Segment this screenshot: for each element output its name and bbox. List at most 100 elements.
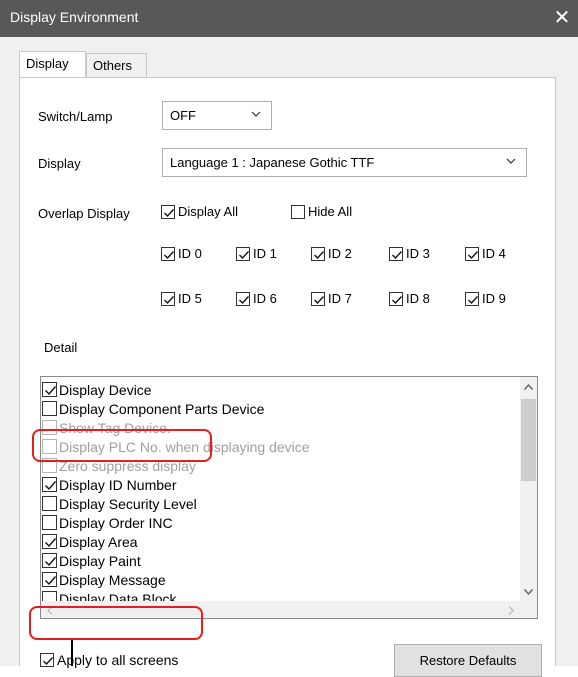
scroll-down-arrow-icon[interactable] — [523, 588, 534, 596]
check-icon — [45, 538, 57, 548]
tab-label: Display — [26, 56, 69, 71]
checkbox-box — [42, 553, 57, 568]
check-icon — [45, 386, 57, 396]
callout-line — [71, 640, 73, 666]
list-item-label: Display Message — [59, 571, 166, 588]
checkbox-box — [236, 291, 250, 306]
checkbox-box — [161, 291, 175, 306]
highlight-display-id-number — [32, 429, 212, 462]
overlap-display-label: Overlap Display — [38, 206, 130, 221]
id-9-checkbox[interactable]: ID 9 — [465, 291, 506, 306]
list-item-display-message[interactable]: Display Message — [42, 570, 166, 589]
dialog-body: Display Others Switch/Lamp OFF Display L… — [0, 37, 578, 677]
list-item-label: Display Component Parts Device — [59, 400, 265, 417]
checkbox-box — [389, 246, 403, 261]
id-label: ID 6 — [253, 291, 277, 306]
list-item-security-level[interactable]: Display Security Level — [42, 494, 197, 513]
check-icon — [239, 250, 250, 259]
check-icon — [45, 557, 57, 567]
list-item-label: Display ID Number — [59, 476, 177, 493]
check-icon — [392, 295, 403, 304]
checkbox-box — [42, 382, 57, 397]
switch-lamp-value: OFF — [170, 108, 196, 123]
id-6-checkbox[interactable]: ID 6 — [236, 291, 277, 306]
check-icon — [164, 208, 175, 217]
restore-defaults-button[interactable]: Restore Defaults — [394, 644, 542, 677]
hide-all-label: Hide All — [308, 204, 353, 219]
display-all-label: Display All — [178, 204, 238, 219]
checkbox-box — [42, 496, 57, 511]
list-item-component-parts-device[interactable]: Display Component Parts Device — [42, 399, 264, 418]
vertical-scroll-thumb[interactable] — [521, 399, 536, 481]
id-label: ID 9 — [482, 291, 506, 306]
hide-all-checkbox[interactable]: Hide All — [291, 204, 352, 219]
window-title: Display Environment — [10, 9, 139, 25]
tab-others[interactable]: Others — [86, 53, 147, 77]
check-icon — [239, 295, 250, 304]
checkbox-box — [161, 204, 175, 219]
detail-label: Detail — [44, 340, 78, 355]
list-item-label: Display Security Level — [59, 495, 197, 512]
display-tab-panel: Switch/Lamp OFF Display Language 1 : Jap… — [19, 77, 556, 677]
checkbox-box — [236, 246, 250, 261]
checkbox-box — [40, 653, 54, 667]
check-icon — [45, 481, 57, 491]
id-label: ID 3 — [406, 246, 430, 261]
display-font-dropdown[interactable]: Language 1 : Japanese Gothic TTF — [162, 148, 527, 177]
chevron-down-icon — [251, 111, 261, 117]
check-icon — [314, 250, 325, 259]
id-label: ID 4 — [482, 246, 506, 261]
check-icon — [392, 250, 403, 259]
checkbox-box — [311, 291, 325, 306]
list-item-label: Display Order INC — [59, 514, 173, 531]
switch-lamp-label: Switch/Lamp — [38, 109, 113, 124]
chevron-down-icon — [506, 158, 516, 164]
checkbox-box — [42, 477, 57, 492]
id-label: ID 8 — [406, 291, 430, 306]
title-bar: Display Environment ✕ — [0, 0, 578, 37]
display-font-value: Language 1 : Japanese Gothic TTF — [170, 155, 375, 170]
id-1-checkbox[interactable]: ID 1 — [236, 246, 277, 261]
close-icon: ✕ — [553, 7, 571, 29]
check-icon — [45, 576, 57, 586]
id-label: ID 7 — [328, 291, 352, 306]
checkbox-box — [465, 246, 479, 261]
id-8-checkbox[interactable]: ID 8 — [389, 291, 430, 306]
vertical-scrollbar[interactable] — [520, 377, 537, 602]
list-item-display-device[interactable]: Display Device — [42, 380, 152, 399]
checkbox-box — [42, 572, 57, 587]
checkbox-box — [311, 246, 325, 261]
id-5-checkbox[interactable]: ID 5 — [161, 291, 202, 306]
id-4-checkbox[interactable]: ID 4 — [465, 246, 506, 261]
id-label: ID 0 — [178, 246, 202, 261]
list-item-display-id-number[interactable]: Display ID Number — [42, 475, 176, 494]
scrollbar-corner — [520, 601, 537, 618]
list-item-display-area[interactable]: Display Area — [42, 532, 138, 551]
checkbox-box — [465, 291, 479, 306]
check-icon — [164, 295, 175, 304]
switch-lamp-dropdown[interactable]: OFF — [162, 101, 272, 130]
list-item-label: Display Device — [59, 381, 152, 398]
display-all-checkbox[interactable]: Display All — [161, 204, 238, 219]
tab-display[interactable]: Display — [19, 51, 86, 77]
list-item-display-paint[interactable]: Display Paint — [42, 551, 141, 570]
check-icon — [164, 250, 175, 259]
checkbox-box — [42, 534, 57, 549]
list-item-order-inc[interactable]: Display Order INC — [42, 513, 173, 532]
id-7-checkbox[interactable]: ID 7 — [311, 291, 352, 306]
highlight-apply-all-screens — [29, 606, 203, 640]
scroll-up-arrow-icon[interactable] — [523, 383, 534, 391]
id-2-checkbox[interactable]: ID 2 — [311, 246, 352, 261]
list-item-label: Display Area — [59, 533, 138, 550]
id-label: ID 5 — [178, 291, 202, 306]
checkbox-box — [42, 401, 57, 416]
detail-checklist[interactable]: Display Device Display Component Parts D… — [40, 376, 538, 619]
close-button[interactable]: ✕ — [550, 5, 574, 31]
tab-label: Others — [93, 58, 133, 73]
id-3-checkbox[interactable]: ID 3 — [389, 246, 430, 261]
id-label: ID 1 — [253, 246, 277, 261]
scroll-right-arrow-icon[interactable] — [507, 605, 515, 616]
checkbox-box — [161, 246, 175, 261]
id-0-checkbox[interactable]: ID 0 — [161, 246, 202, 261]
display-label: Display — [38, 156, 81, 171]
